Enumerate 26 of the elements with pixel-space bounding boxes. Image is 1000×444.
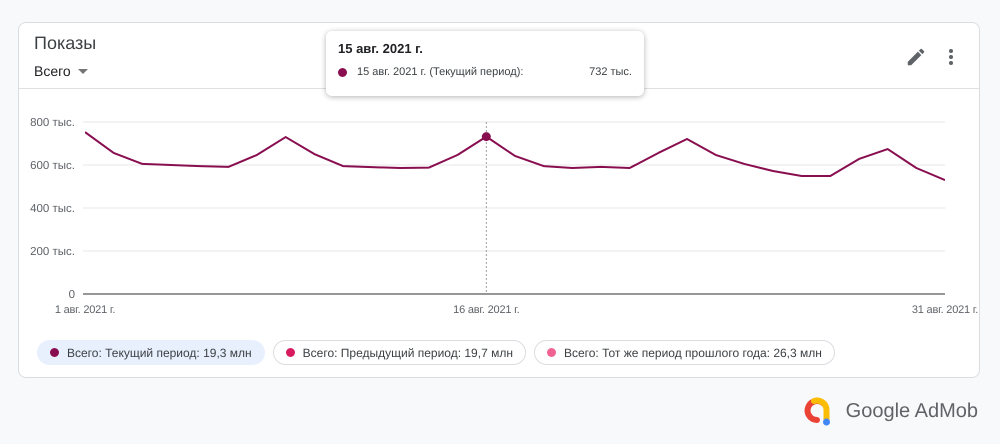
more-icon — [949, 49, 953, 65]
card-title: Показы — [34, 33, 96, 54]
x-axis-label: 1 авг. 2021 г. — [54, 304, 116, 316]
legend-label: Всего: Тот же период прошлого года: 26,3 млн — [564, 346, 822, 360]
x-axis-label: 16 авг. 2021 г. — [453, 304, 520, 316]
legend-label: Всего: Текущий период: 19,3 млн — [67, 346, 252, 360]
y-axis-label: 800 тыс. — [30, 117, 75, 129]
tooltip-title: 15 авг. 2021 г. — [338, 41, 424, 56]
y-axis-label: 600 тыс. — [30, 160, 75, 172]
y-axis-label: 200 тыс. — [30, 246, 75, 258]
hover-point — [482, 132, 491, 142]
y-axis-label: 400 тыс. — [30, 203, 75, 215]
pencil-icon — [905, 46, 927, 68]
legend-chip[interactable]: Всего: Тот же период прошлого года: 26,3 млн — [534, 340, 835, 365]
logo-text: Google AdMob — [846, 400, 978, 422]
y-axis-label: 0 — [68, 289, 75, 301]
tooltip-label: 15 авг. 2021 г. (Текущий период): — [357, 66, 524, 78]
legend-chip[interactable]: Всего: Предыдущий период: 19,7 млн — [272, 340, 526, 365]
caret-icon — [78, 68, 88, 74]
legend-chip[interactable]: Всего: Текущий период: 19,3 млн — [37, 340, 265, 365]
x-axis-label: 31 авг. 2021 г. — [912, 304, 978, 316]
tooltip-value: 732 тыс. — [589, 66, 632, 78]
more-button[interactable] — [949, 49, 953, 65]
total-dropdown[interactable]: Всего — [34, 63, 96, 79]
legend-label: Всего: Предыдущий период: 19,7 млн — [302, 346, 513, 360]
edit-button[interactable] — [905, 46, 927, 68]
